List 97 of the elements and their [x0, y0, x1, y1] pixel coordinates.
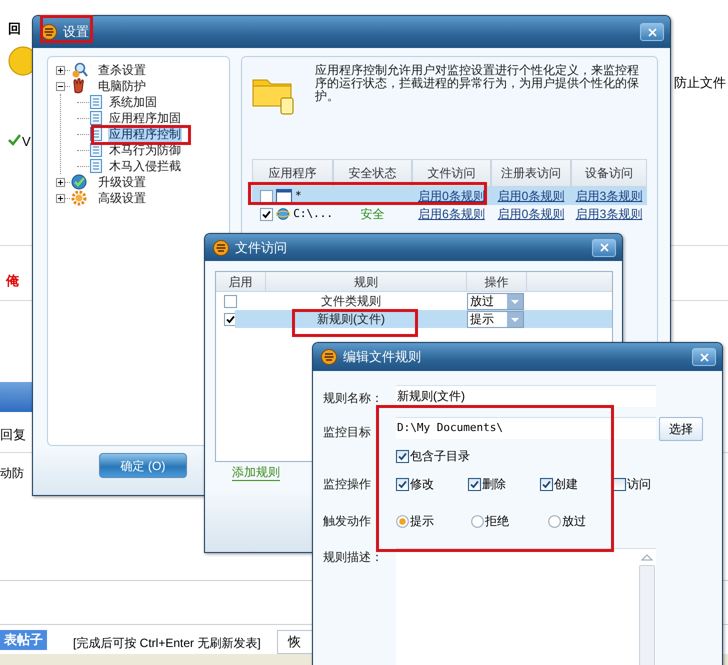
document-icon [89, 159, 103, 173]
close-icon [648, 28, 656, 36]
table-cell-text: 新规则(文件) [317, 311, 385, 328]
rule-link[interactable]: 启用0条规则 [418, 189, 485, 203]
page-heading: 回 [8, 20, 21, 38]
rule-link[interactable]: 启用3条规则 [576, 189, 642, 203]
column-header[interactable]: 启用 [216, 272, 266, 292]
checkbox-label[interactable]: 删除 [482, 475, 506, 493]
rule-link[interactable]: 启用0条规则 [498, 207, 564, 221]
author-name: 俺 [6, 272, 19, 290]
globe-icon [276, 207, 290, 221]
highlight-frame [40, 15, 93, 43]
expand-icon[interactable] [56, 66, 65, 74]
tree-item[interactable]: 高级设置 [98, 189, 146, 207]
dropdown[interactable]: 提示 [467, 310, 524, 328]
field-label: 监控操作 [323, 477, 371, 491]
checkbox[interactable] [396, 450, 409, 462]
close-button[interactable] [640, 23, 664, 41]
radio-label[interactable]: 拒绝 [485, 512, 509, 530]
close-icon [600, 243, 608, 252]
table-row[interactable]: 新规则(文件) 提示 [235, 310, 612, 328]
page-text: V [22, 133, 31, 151]
checkbox[interactable] [468, 478, 481, 490]
window-title: 设置 [63, 23, 90, 42]
tree-item[interactable]: 木马入侵拦截 [108, 157, 182, 175]
document-icon [89, 95, 103, 109]
column-header[interactable]: 注册表访问 [491, 159, 571, 187]
checkbox[interactable] [613, 478, 626, 490]
rule-link[interactable]: 启用6条规则 [418, 207, 485, 221]
tree-item[interactable]: 电脑防护 [98, 77, 146, 95]
field-label: 规则描述： [323, 550, 383, 564]
checkbox[interactable] [260, 190, 273, 202]
page-text: 动防 [0, 465, 24, 482]
radio-label[interactable]: 放过 [562, 512, 586, 530]
radio-button[interactable] [396, 514, 409, 528]
choose-button[interactable]: 选择 [659, 417, 703, 441]
magnifier-icon [70, 62, 88, 78]
close-icon [700, 352, 708, 362]
scrollbar[interactable] [639, 553, 655, 665]
column-header[interactable]: 文件访问 [412, 159, 491, 187]
table-row[interactable]: C:\... 安全 启用6条规则 启用0条规则 启用3条规则 [252, 205, 647, 223]
check-circle-icon [70, 174, 88, 190]
table-row[interactable]: 文件类规则 放过 [235, 292, 612, 310]
window-title: 文件访问 [235, 238, 288, 257]
page-text: 防止文件 [674, 74, 726, 92]
logo-icon [213, 240, 229, 256]
tree-item[interactable]: 系统加固 [108, 93, 158, 111]
rule-link[interactable]: 启用0条规则 [498, 189, 564, 203]
ok-button[interactable]: 确定 (O) [99, 453, 187, 478]
column-header[interactable]: 规则 [266, 272, 467, 292]
table-cell-text: C:\... [293, 206, 333, 222]
add-rule-link[interactable]: 添加规则 [232, 465, 280, 481]
checkmark-icon [8, 133, 21, 146]
table-cell-text: * [295, 188, 302, 204]
checkbox-label[interactable]: 访问 [627, 475, 651, 493]
tree-item[interactable]: 升级设置 [98, 173, 146, 191]
name-field[interactable]: 新规则(文件) [396, 385, 656, 407]
hint-text: [完成后可按 Ctrl+Enter 无刷新发表] [73, 636, 261, 650]
window-title: 编辑文件规则 [343, 348, 422, 366]
checkbox-label[interactable]: 创建 [554, 475, 578, 493]
rule-link[interactable]: 启用3条规则 [576, 207, 642, 221]
checkbox[interactable] [540, 478, 553, 490]
target-field[interactable]: D:\My Documents\ [396, 417, 656, 439]
tree-item[interactable]: 查杀设置 [98, 61, 146, 79]
expand-icon[interactable] [56, 178, 65, 186]
checkbox-label[interactable]: 包含子目录 [410, 447, 470, 465]
logo-icon [41, 24, 57, 40]
field-label: 监控目标 [323, 425, 371, 439]
document-icon [89, 111, 103, 125]
close-button[interactable] [592, 238, 616, 256]
expand-icon[interactable] [56, 194, 65, 202]
logo-icon [321, 349, 337, 365]
radio-button[interactable] [471, 514, 484, 528]
close-button[interactable] [692, 348, 716, 366]
status-text: 安全 [360, 207, 384, 221]
field-label: 规则名称： [323, 391, 383, 405]
dropdown[interactable]: 放过 [467, 292, 524, 310]
gear-icon [70, 190, 88, 206]
window-icon [276, 189, 292, 203]
dropdown-value: 放过 [469, 294, 495, 308]
radio-label[interactable]: 提示 [410, 512, 434, 530]
checkbox[interactable] [224, 294, 237, 308]
description-field[interactable] [396, 548, 656, 665]
tree-item[interactable]: 应用程序加固 [108, 109, 182, 127]
table-cell-text: 文件类规则 [321, 293, 381, 310]
checkbox[interactable] [396, 478, 409, 490]
radio-button[interactable] [548, 514, 561, 528]
checkbox[interactable] [260, 208, 273, 220]
description-text: 应用程序控制允许用户对监控设置进行个性化定义，来监控程序的运行状态，拦截进程的异常行为，为用户提供个性化的保护。 [315, 64, 640, 105]
column-header[interactable]: 操作 [467, 272, 527, 292]
dropdown-value: 提示 [469, 312, 495, 326]
field-label: 触发动作 [323, 514, 371, 528]
column-header[interactable]: 设备访问 [571, 159, 647, 187]
tree-item[interactable]: 木马行为防御 [108, 141, 182, 159]
reply-count: 回复 [0, 426, 26, 444]
checkbox-label[interactable]: 修改 [410, 475, 434, 493]
collapse-icon[interactable] [56, 82, 65, 90]
